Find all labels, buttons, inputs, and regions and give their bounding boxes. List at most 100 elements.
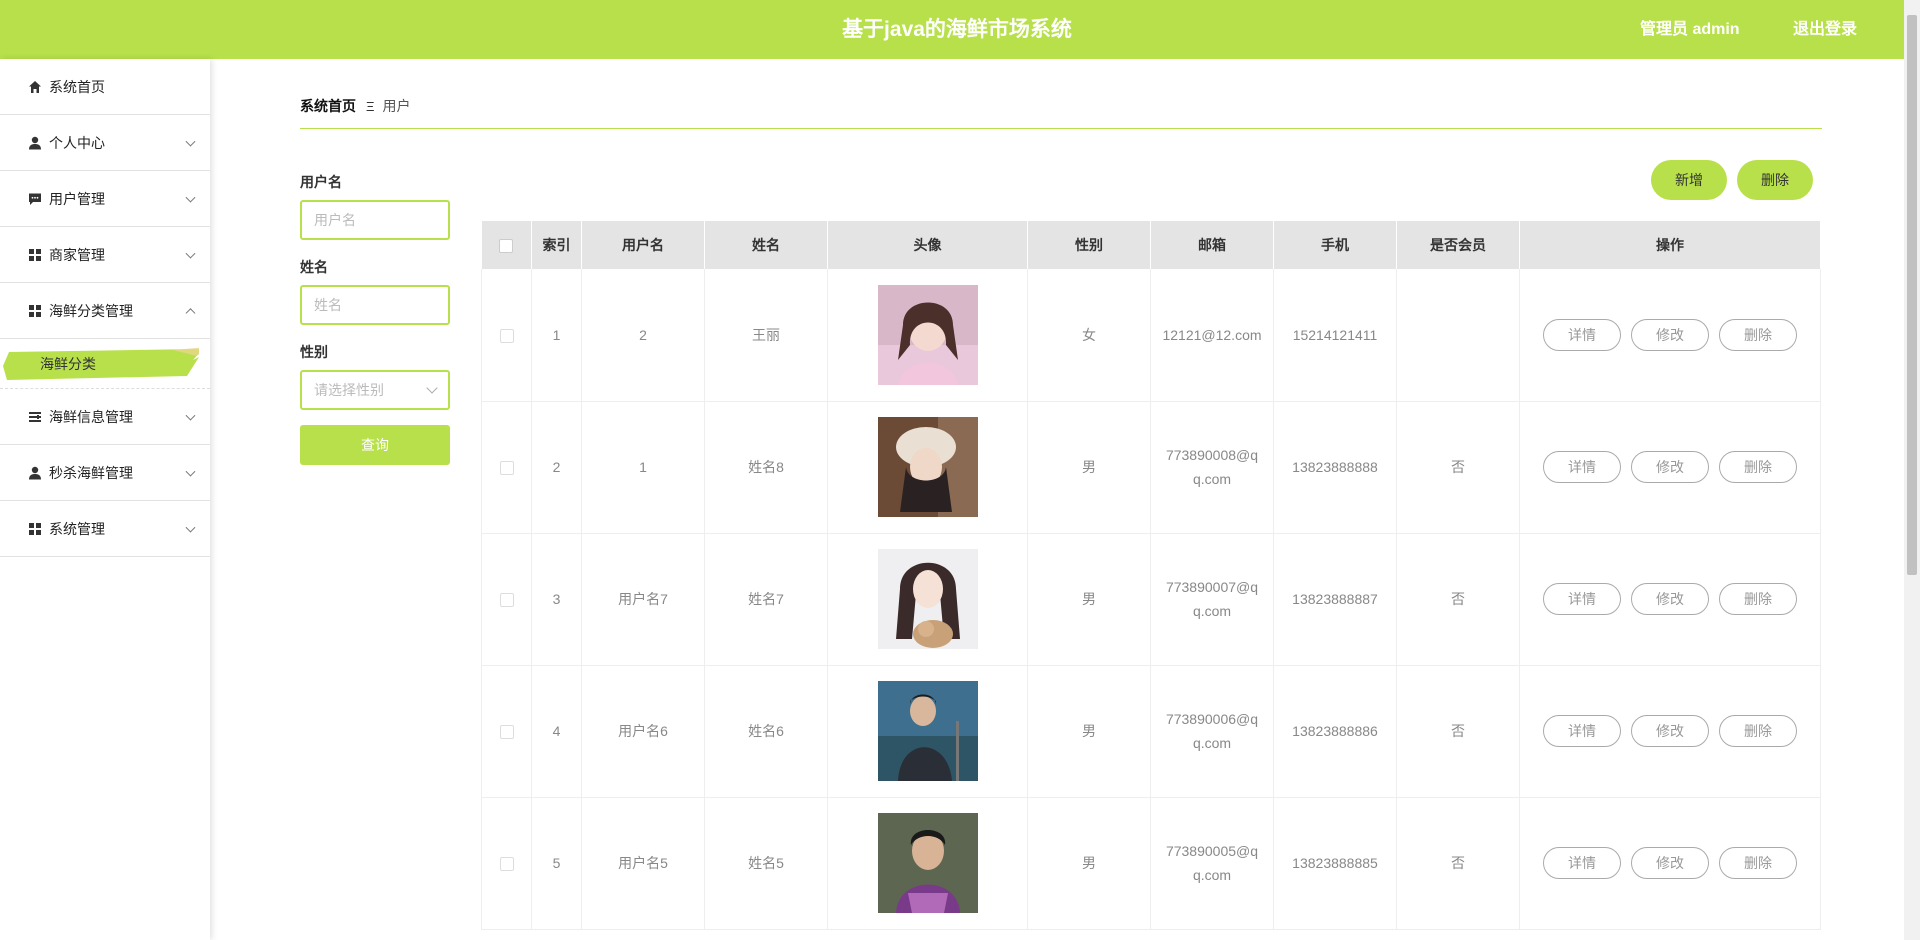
sidebar-item-merchant-management[interactable]: 商家管理	[0, 227, 210, 283]
sidebar-item-label: 商家管理	[49, 246, 105, 263]
cell-index: 4	[531, 665, 582, 798]
name-label: 姓名	[300, 259, 328, 275]
detail-button[interactable]: 详情	[1543, 715, 1621, 747]
table-row: 4 用户名6 姓名6 男 773890006@qq.com 1382388888…	[481, 665, 1821, 798]
page-scrollbar[interactable]	[1904, 0, 1920, 940]
sidebar-item-label: 系统管理	[49, 520, 105, 537]
table-row: 3 用户名7 姓名7 男 773890007@qq.com 1382388888…	[481, 533, 1821, 666]
logout-link[interactable]: 退出登录	[1793, 0, 1857, 59]
cell-index: 1	[531, 269, 582, 402]
edit-button[interactable]: 修改	[1631, 583, 1709, 615]
name-input[interactable]: 姓名	[300, 285, 450, 325]
cell-phone: 13823888886	[1273, 665, 1397, 798]
grid-icon	[27, 247, 42, 262]
breadcrumb-current: 用户	[382, 98, 411, 114]
avatar	[877, 549, 978, 649]
cell-username: 用户名6	[581, 665, 705, 798]
gender-select-placeholder: 请选择性别	[314, 382, 384, 398]
chat-icon	[27, 191, 42, 206]
chevron-down-icon	[185, 410, 196, 421]
sidebar-item-seafood-info-management[interactable]: 海鲜信息管理	[0, 389, 210, 445]
breadcrumb-divider	[300, 128, 1822, 129]
person-icon	[27, 465, 42, 480]
chevron-down-icon	[185, 466, 196, 477]
edit-button[interactable]: 修改	[1631, 318, 1709, 351]
active-brush-highlight	[3, 347, 199, 380]
top-bar: 基于java的海鲜市场系统 管理员 admin 退出登录	[0, 0, 1920, 59]
detail-button[interactable]: 详情	[1543, 451, 1621, 483]
cell-username: 2	[581, 269, 705, 402]
username-label: 用户名	[300, 174, 342, 190]
table-row: 2 1 姓名8 男 773890008@qq.com 13823888888 否…	[481, 401, 1821, 534]
avatar	[877, 681, 978, 781]
delete-button[interactable]: 删除	[1719, 318, 1797, 351]
row-checkbox[interactable]	[499, 857, 514, 872]
delete-button[interactable]: 删除	[1719, 715, 1797, 747]
username-input[interactable]: 用户名	[300, 200, 450, 240]
edit-button[interactable]: 修改	[1631, 715, 1709, 747]
detail-button[interactable]: 详情	[1543, 847, 1621, 879]
column-header: 是否会员	[1396, 221, 1520, 269]
cell-member	[1396, 269, 1520, 402]
detail-button[interactable]: 详情	[1543, 318, 1621, 351]
delete-button[interactable]: 删除	[1719, 847, 1797, 879]
chevron-down-icon	[185, 248, 196, 259]
sidebar-item-label: 秒杀海鲜管理	[49, 464, 133, 481]
cell-index: 2	[531, 401, 582, 534]
cell-index: 5	[531, 797, 582, 930]
column-header: 性别	[1027, 221, 1151, 269]
cell-gender: 男	[1027, 401, 1151, 534]
delete-button[interactable]: 删除	[1719, 451, 1797, 483]
breadcrumb: 系统首页 Ξ 用户	[300, 96, 410, 116]
add-button[interactable]: 新增	[1651, 160, 1727, 200]
edit-button[interactable]: 修改	[1631, 451, 1709, 483]
cell-name: 王丽	[704, 269, 828, 402]
delete-button[interactable]: 删除	[1719, 583, 1797, 615]
cell-phone: 15214121411	[1273, 269, 1397, 402]
scrollbar-thumb[interactable]	[1907, 15, 1917, 575]
breadcrumb-home[interactable]: 系统首页	[300, 96, 356, 116]
sidebar-subitem-label: 海鲜分类	[40, 356, 96, 372]
column-header: 姓名	[704, 221, 828, 269]
sidebar-item-personal-center[interactable]: 个人中心	[0, 115, 210, 171]
detail-button[interactable]: 详情	[1543, 583, 1621, 615]
cell-gender: 男	[1027, 797, 1151, 930]
edit-button[interactable]: 修改	[1631, 847, 1709, 879]
column-header: 操作	[1519, 221, 1821, 269]
query-button[interactable]: 查询	[300, 425, 450, 465]
row-checkbox[interactable]	[499, 329, 514, 344]
select-all-header	[481, 221, 532, 269]
cell-username: 1	[581, 401, 705, 534]
batch-delete-button[interactable]: 删除	[1737, 160, 1813, 200]
row-checkbox[interactable]	[499, 725, 514, 740]
avatar	[877, 284, 978, 385]
home-icon	[27, 79, 42, 94]
gender-select[interactable]: 请选择性别	[300, 370, 450, 410]
cell-member: 否	[1396, 533, 1520, 666]
sidebar-item-seafood-category-management[interactable]: 海鲜分类管理	[0, 283, 210, 339]
column-header: 用户名	[581, 221, 705, 269]
cell-member: 否	[1396, 797, 1520, 930]
sidebar-item-flash-sale-management[interactable]: 秒杀海鲜管理	[0, 445, 210, 501]
column-header: 头像	[827, 221, 1028, 269]
select-all-checkbox[interactable]	[499, 239, 514, 254]
chevron-down-icon	[426, 382, 438, 394]
sidebar-item-system-management[interactable]: 系统管理	[0, 501, 210, 557]
sidebar-subitem-seafood-category[interactable]: 海鲜分类	[3, 346, 199, 382]
chevron-down-icon	[185, 192, 196, 203]
gender-label: 性别	[300, 344, 328, 360]
sidebar-item-user-management[interactable]: 用户管理	[0, 171, 210, 227]
cell-email: 773890006@qq.com	[1150, 665, 1274, 798]
sidebar-submenu: 海鲜分类	[0, 339, 210, 389]
table-row: 5 用户名5 姓名5 男 773890005@qq.com 1382388888…	[481, 797, 1821, 930]
list-icon	[27, 409, 42, 424]
grid-icon	[27, 303, 42, 318]
person-icon	[27, 135, 42, 150]
cell-name: 姓名5	[704, 797, 828, 930]
row-checkbox[interactable]	[499, 461, 514, 476]
cell-phone: 13823888887	[1273, 533, 1397, 666]
sidebar-item-home[interactable]: 系统首页	[0, 59, 210, 115]
sidebar-item-label: 个人中心	[49, 134, 105, 151]
row-checkbox[interactable]	[499, 593, 514, 608]
cell-name: 姓名7	[704, 533, 828, 666]
